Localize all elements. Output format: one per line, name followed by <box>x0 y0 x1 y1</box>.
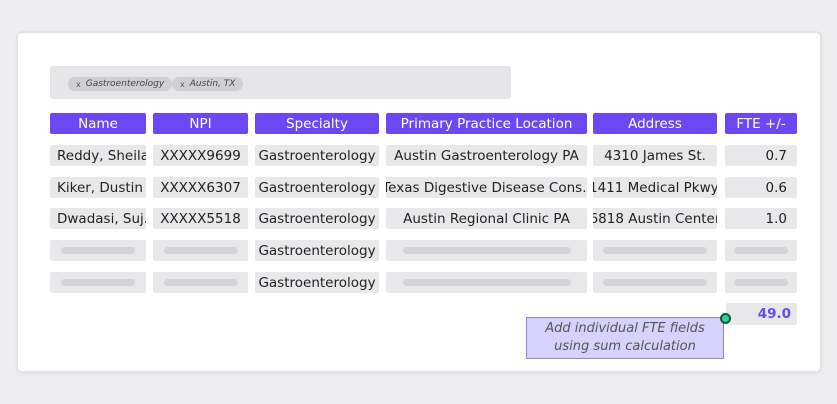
placeholder-bar <box>402 279 571 286</box>
filter-chip-label: Gastroenterology <box>85 79 165 89</box>
placeholder-bar <box>603 247 707 254</box>
placeholder-cell <box>50 240 146 261</box>
placeholder-cell <box>593 240 717 261</box>
remove-filter-icon[interactable]: x <box>180 80 185 89</box>
column-header-address[interactable]: Address <box>593 113 717 134</box>
annotation-marker-dot <box>720 313 731 324</box>
placeholder-cell <box>725 272 797 293</box>
placeholder-bar <box>163 279 238 286</box>
filter-chip-label: Austin, TX <box>189 79 236 89</box>
fte-total: 49.0 <box>726 303 797 325</box>
table-cell-address: 1411 Medical Pkwy. <box>593 177 717 198</box>
placeholder-bar <box>603 279 707 286</box>
table-cell-specialty: Gastroenterology <box>255 145 379 166</box>
annotation-line-2: using sum calculation <box>554 339 696 354</box>
table-cell-location: Texas Digestive Disease Cons.. <box>386 177 587 198</box>
table-cell-address: 6818 Austin Center <box>593 208 717 229</box>
placeholder-bar <box>163 247 238 254</box>
column-header-npi[interactable]: NPI <box>153 113 248 134</box>
placeholder-bar <box>61 247 135 254</box>
placeholder-cell <box>725 240 797 261</box>
column-header-fte[interactable]: FTE +/- <box>725 113 797 134</box>
placeholder-cell <box>593 272 717 293</box>
placeholder-bar <box>734 247 788 254</box>
table-cell-specialty: Gastroenterology <box>255 208 379 229</box>
placeholder-cell <box>50 272 146 293</box>
placeholder-bar <box>734 279 788 286</box>
placeholder-bar <box>61 279 135 286</box>
table-cell-location: Austin Gastroenterology PA <box>386 145 587 166</box>
table-cell-fte[interactable]: 1.0 <box>725 208 797 229</box>
table-cell-address: 4310 James St. <box>593 145 717 166</box>
placeholder-cell <box>386 240 587 261</box>
placeholder-bar <box>402 247 571 254</box>
annotation-callout: Add individual FTE fields using sum calc… <box>526 317 724 359</box>
table-cell-specialty: Gastroenterology <box>255 272 379 293</box>
table-cell-npi: XXXXX5518 <box>153 208 248 229</box>
remove-filter-icon[interactable]: x <box>76 80 81 89</box>
table-cell-specialty: Gastroenterology <box>255 177 379 198</box>
column-header-location[interactable]: Primary Practice Location <box>386 113 587 134</box>
placeholder-cell <box>386 272 587 293</box>
table-cell-specialty: Gastroenterology <box>255 240 379 261</box>
table-cell-location: Austin Regional Clinic PA <box>386 208 587 229</box>
placeholder-cell <box>153 272 248 293</box>
filter-chip-specialty[interactable]: x Gastroenterology <box>68 77 173 91</box>
column-header-name[interactable]: Name <box>50 113 146 134</box>
table-cell-npi: XXXXX9699 <box>153 145 248 166</box>
table-cell-name: Dwadasi, Suj... <box>50 208 146 229</box>
table-cell-npi: XXXXX6307 <box>153 177 248 198</box>
filter-bar[interactable]: x Gastroenterology x Austin, TX <box>50 66 511 99</box>
annotation-line-1: Add individual FTE fields <box>545 321 705 336</box>
filter-chip-location[interactable]: x Austin, TX <box>172 77 244 91</box>
table-cell-name: Kiker, Dustin <box>50 177 146 198</box>
column-header-specialty[interactable]: Specialty <box>255 113 379 134</box>
placeholder-cell <box>153 240 248 261</box>
table-cell-fte[interactable]: 0.6 <box>725 177 797 198</box>
table-cell-fte[interactable]: 0.7 <box>725 145 797 166</box>
table-cell-name: Reddy, Sheila <box>50 145 146 166</box>
